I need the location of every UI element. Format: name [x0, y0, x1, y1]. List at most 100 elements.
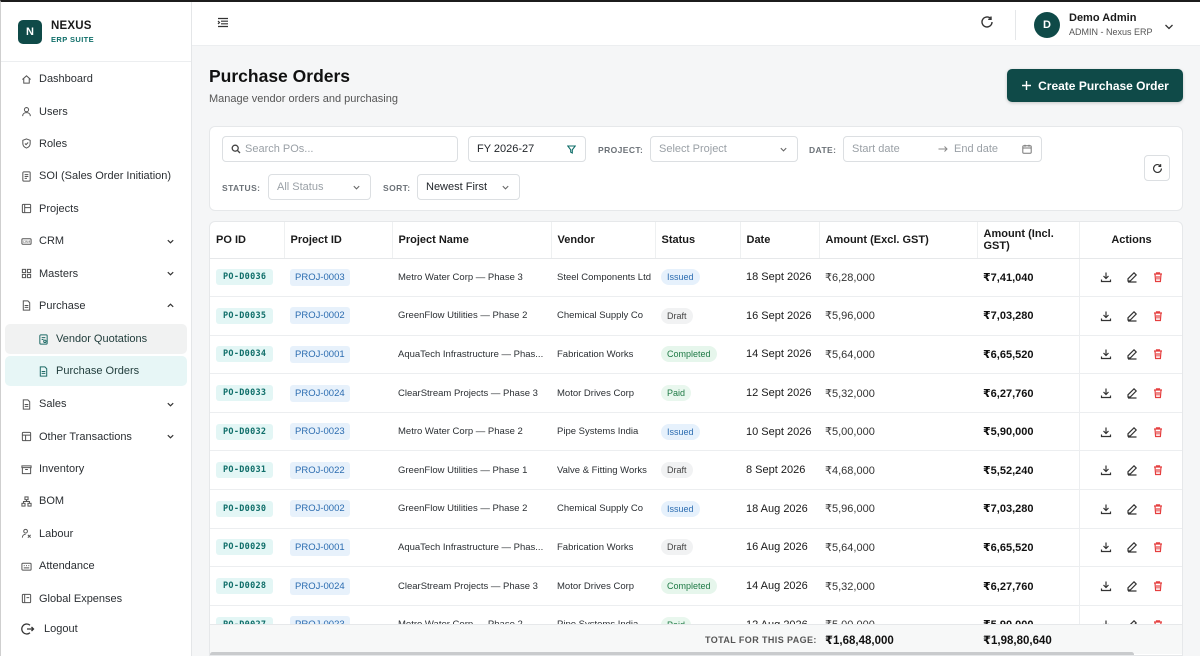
download-icon[interactable] — [1100, 503, 1112, 515]
reset-filters-button[interactable] — [1144, 155, 1170, 181]
refresh-icon[interactable] — [980, 15, 994, 29]
sidebar-item-global-expenses[interactable]: Global Expenses — [1, 582, 191, 614]
delete-icon[interactable] — [1152, 348, 1164, 360]
download-icon[interactable] — [1100, 464, 1112, 476]
status-select[interactable]: All Status — [268, 174, 371, 200]
download-icon[interactable] — [1100, 426, 1112, 438]
po-id-badge[interactable]: PO-D0032 — [216, 423, 274, 440]
column-header[interactable]: Project Name — [392, 222, 552, 259]
project-id-badge[interactable]: PROJ-0002 — [290, 500, 350, 518]
fy-select[interactable]: FY 2026-27 — [468, 136, 586, 162]
po-id-badge[interactable]: PO-D0029 — [216, 539, 274, 556]
download-icon[interactable] — [1100, 271, 1112, 283]
table-row[interactable]: PO-D0035 PROJ-0002 GreenFlow Utilities — P… — [210, 296, 1182, 336]
sidebar-item-roles[interactable]: Roles — [1, 128, 191, 160]
sort-select[interactable]: Newest First — [417, 174, 520, 200]
edit-icon[interactable] — [1126, 387, 1138, 399]
delete-icon[interactable] — [1152, 387, 1164, 399]
search-input[interactable]: Search POs... — [222, 136, 458, 162]
sidebar-item-other-transactions[interactable]: Other Transactions — [1, 421, 191, 453]
project-placeholder: Select Project — [659, 143, 727, 155]
project-id-badge[interactable]: PROJ-0002 — [290, 307, 350, 325]
table-row[interactable]: PO-D0030 PROJ-0002 GreenFlow Utilities — P… — [210, 489, 1182, 529]
download-icon[interactable] — [1100, 580, 1112, 592]
sidebar-item-attendance[interactable]: Attendance — [1, 550, 191, 582]
po-id-badge[interactable]: PO-D0030 — [216, 500, 274, 517]
project-id-badge[interactable]: PROJ-0022 — [290, 461, 350, 479]
date-cell: 16 Aug 2026 — [740, 528, 819, 568]
po-id-badge[interactable]: PO-D0035 — [216, 307, 274, 324]
edit-icon[interactable] — [1126, 348, 1138, 361]
po-id-badge[interactable]: PO-D0036 — [216, 269, 274, 286]
table-row[interactable]: PO-D0036 PROJ-0003 Metro Water Corp — Phas… — [210, 258, 1182, 298]
project-id-badge[interactable]: PROJ-0024 — [290, 384, 350, 402]
table-row[interactable]: PO-D0034 PROJ-0001 AquaTech Infrastructure… — [210, 335, 1182, 375]
menu-toggle-icon[interactable] — [217, 17, 229, 28]
edit-icon[interactable] — [1126, 271, 1138, 283]
edit-icon[interactable] — [1126, 310, 1138, 322]
document-icon — [38, 366, 49, 377]
sidebar-item-labour[interactable]: Labour — [1, 518, 191, 550]
project-id-badge[interactable]: PROJ-0024 — [290, 577, 350, 595]
sidebar-item-bom[interactable]: BOM — [1, 485, 191, 517]
column-header[interactable]: PO ID — [210, 222, 285, 259]
table-row[interactable]: PO-D0032 PROJ-0023 Metro Water Corp — Phas… — [210, 412, 1182, 452]
sidebar-item-inventory[interactable]: Inventory — [1, 453, 191, 485]
column-header[interactable]: Amount (Incl. GST) — [977, 222, 1080, 259]
project-id-badge[interactable]: PROJ-0003 — [290, 268, 350, 286]
po-id-badge[interactable]: PO-D0033 — [216, 385, 274, 402]
delete-icon[interactable] — [1152, 541, 1164, 553]
table-row[interactable]: PO-D0028 PROJ-0024 ClearStream Projects — … — [210, 566, 1182, 606]
project-id-cell: PROJ-0024 — [284, 373, 392, 413]
column-header[interactable]: Amount (Excl. GST) — [819, 222, 978, 259]
create-purchase-order-button[interactable]: Create Purchase Order — [1007, 69, 1183, 102]
delete-icon[interactable] — [1152, 310, 1164, 322]
table-row[interactable]: PO-D0029 PROJ-0001 AquaTech Infrastructure… — [210, 528, 1182, 568]
column-header[interactable]: Vendor — [551, 222, 656, 259]
horizontal-scrollbar[interactable] — [210, 652, 1134, 655]
date-range-picker[interactable]: Start date End date — [843, 136, 1042, 162]
column-header[interactable]: Project ID — [284, 222, 393, 259]
column-header[interactable]: Date — [740, 222, 820, 259]
download-icon[interactable] — [1100, 541, 1112, 553]
sidebar-item-purchase[interactable]: Purchase — [1, 290, 191, 322]
delete-icon[interactable] — [1152, 426, 1164, 438]
project-id-badge[interactable]: PROJ-0001 — [290, 538, 350, 556]
project-id-badge[interactable]: PROJ-0023 — [290, 423, 350, 441]
avatar[interactable]: D — [1034, 12, 1060, 38]
sidebar-item-soi[interactable]: SOI (Sales Order Initiation) — [1, 160, 191, 192]
table-row[interactable]: PO-D0031 PROJ-0022 GreenFlow Utilities — P… — [210, 450, 1182, 491]
sidebar-item-masters[interactable]: Masters — [1, 257, 191, 289]
page-title: Purchase Orders — [209, 66, 351, 86]
delete-icon[interactable] — [1152, 464, 1164, 476]
sidebar-item-purchase-orders[interactable]: Purchase Orders — [5, 356, 187, 387]
sidebar-item-users[interactable]: Users — [1, 95, 191, 127]
po-id-badge[interactable]: PO-D0028 — [216, 578, 274, 595]
status-cell: Draft — [655, 528, 740, 568]
logout-button[interactable]: Logout — [21, 622, 78, 636]
column-header[interactable]: Status — [655, 222, 741, 259]
download-icon[interactable] — [1100, 310, 1112, 322]
po-id-badge[interactable]: PO-D0034 — [216, 346, 274, 363]
chevron-down-icon[interactable] — [1164, 20, 1174, 30]
delete-icon[interactable] — [1152, 503, 1164, 515]
project-select[interactable]: Select Project — [650, 136, 798, 162]
delete-icon[interactable] — [1152, 271, 1164, 283]
download-icon[interactable] — [1100, 387, 1112, 399]
download-icon[interactable] — [1100, 348, 1112, 360]
po-id-badge[interactable]: PO-D0031 — [216, 462, 274, 479]
sidebar-item-sales[interactable]: Sales — [1, 388, 191, 420]
project-id-badge[interactable]: PROJ-0001 — [290, 345, 350, 363]
edit-icon[interactable] — [1126, 426, 1138, 438]
edit-icon[interactable] — [1126, 464, 1138, 476]
sidebar-item-crm[interactable]: CRM CRM — [1, 225, 191, 257]
edit-icon[interactable] — [1126, 580, 1138, 592]
delete-icon[interactable] — [1152, 580, 1164, 592]
edit-icon[interactable] — [1126, 503, 1138, 515]
sidebar-item-vendor-quotations[interactable]: Vendor Quotations — [5, 324, 187, 355]
sidebar-item-dashboard[interactable]: Dashboard — [1, 63, 191, 95]
calendar-icon — [21, 561, 32, 572]
sidebar-item-projects[interactable]: Projects — [1, 193, 191, 225]
edit-icon[interactable] — [1126, 541, 1138, 554]
table-row[interactable]: PO-D0033 PROJ-0024 ClearStream Projects — … — [210, 373, 1182, 413]
